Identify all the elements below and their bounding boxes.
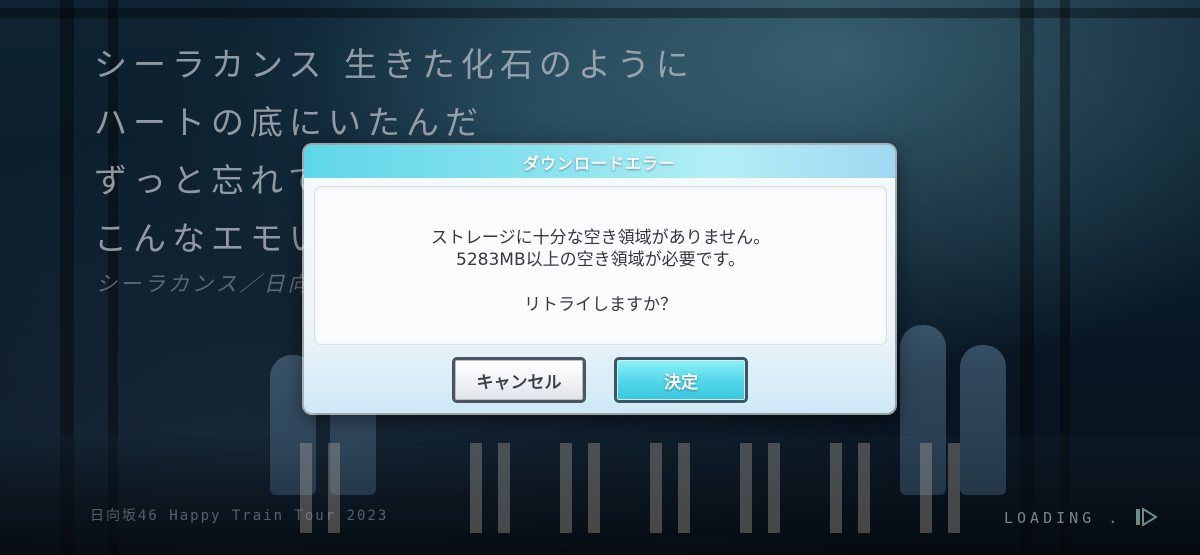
dialog-message-line: 5283MB以上の空き領域が必要です。 bbox=[456, 250, 745, 270]
dialog-glow bbox=[304, 333, 895, 413]
cancel-button[interactable]: キャンセル bbox=[452, 357, 586, 403]
dialog-title: ダウンロードエラー bbox=[522, 153, 676, 173]
confirm-button[interactable]: 決定 bbox=[614, 357, 748, 403]
dialog-message-box: ストレージに十分な空き領域がありません。 5283MB以上の空き領域が必要です。… bbox=[314, 186, 887, 345]
download-error-dialog: ダウンロードエラー ストレージに十分な空き領域がありません。 5283MB以上の… bbox=[304, 145, 895, 413]
dialog-retry-prompt: リトライしますか？ bbox=[524, 295, 677, 315]
dialog-header: ダウンロードエラー bbox=[304, 145, 895, 178]
